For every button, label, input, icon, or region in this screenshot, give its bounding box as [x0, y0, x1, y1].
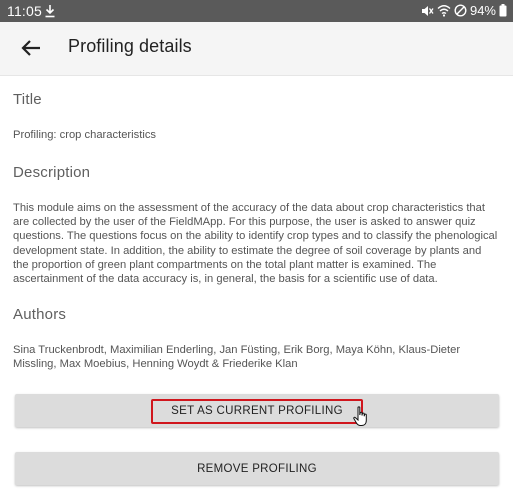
- highlight-frame: SET AS CURRENT PROFILING: [151, 398, 363, 424]
- arrow-left-icon[interactable]: [20, 37, 42, 59]
- title-heading: Title: [13, 91, 42, 108]
- status-bar: 11:05 94%: [0, 0, 513, 22]
- page-title: Profiling details: [68, 36, 192, 56]
- app-bar: Profiling details: [0, 22, 513, 76]
- title-text: Profiling: crop characteristics: [13, 129, 157, 141]
- remove-profiling-button[interactable]: REMOVE PROFILING: [15, 452, 499, 485]
- description-text: This module aims on the assessment of th…: [13, 202, 498, 286]
- description-heading: Description: [13, 164, 91, 181]
- status-time: 11:05: [7, 3, 42, 19]
- set-current-profiling-label: SET AS CURRENT PROFILING: [171, 404, 343, 417]
- do-not-disturb-icon: [454, 4, 467, 17]
- authors-heading: Authors: [13, 306, 67, 323]
- download-icon: [45, 5, 55, 18]
- wifi-icon: [437, 5, 451, 17]
- status-icons: 94%: [420, 3, 507, 18]
- battery-percent: 94%: [469, 3, 496, 18]
- remove-profiling-label: REMOVE PROFILING: [197, 462, 317, 475]
- battery-icon: [499, 4, 507, 17]
- authors-text: Sina Truckenbrodt, Maximilian Enderling,…: [13, 344, 461, 371]
- mute-icon: [421, 5, 434, 16]
- set-current-profiling-button[interactable]: SET AS CURRENT PROFILING: [15, 394, 499, 427]
